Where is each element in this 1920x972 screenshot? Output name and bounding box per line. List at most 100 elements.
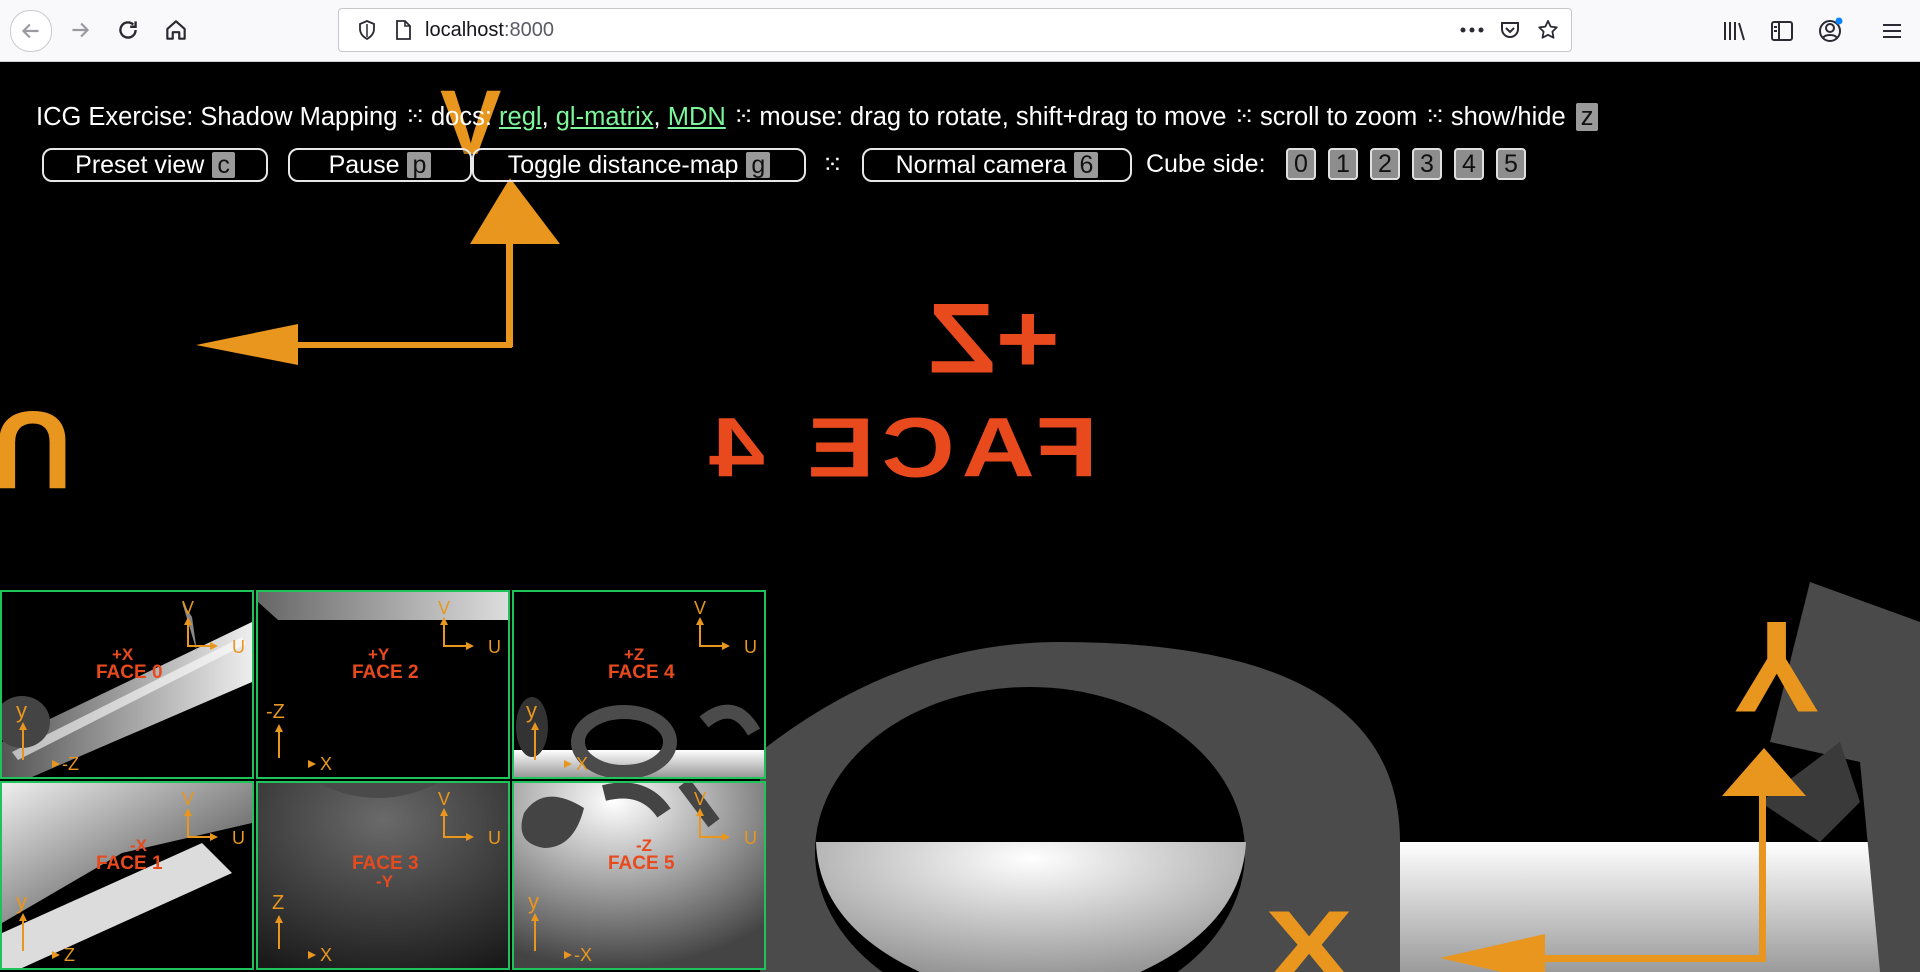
cube-side-4-button[interactable]: 4	[1454, 148, 1484, 180]
face-v-label: V	[438, 789, 450, 809]
showhide-key: z	[1575, 103, 1599, 131]
mouse-help-text: mouse: drag to rotate, shift+drag to mov…	[759, 103, 1227, 131]
face-u-label: U	[488, 828, 501, 848]
separator-dots: ⁙	[404, 103, 426, 131]
face-0-render: +X FACE 0 V U y -Z	[2, 598, 252, 777]
separator-dots: ⁙	[732, 103, 754, 131]
scene-y-label: Y	[1733, 594, 1820, 740]
forward-icon	[72, 22, 90, 38]
face-v-label: V	[694, 598, 706, 618]
comma: ,	[653, 103, 661, 131]
face-v-label: V	[182, 789, 194, 809]
page-icon[interactable]	[391, 18, 415, 42]
more-button[interactable]	[1459, 18, 1485, 42]
cubemap-face-grid: +X FACE 0 V U y -Z +Y FACE 2 V U -Z X +Z…	[0, 590, 768, 972]
pause-button[interactable]: Pause p	[288, 148, 472, 182]
scene-u-label: U	[0, 388, 72, 511]
scene-up-arrowhead	[470, 178, 560, 244]
cube-side-5-button[interactable]: 5	[1496, 148, 1526, 180]
face-name: FACE 2	[352, 662, 419, 683]
face-4-render: +Z FACE 4 V U y X	[514, 598, 764, 777]
face-left-axis: -Z	[266, 701, 285, 723]
face-u-label: U	[744, 637, 757, 657]
face-u-label: U	[488, 637, 501, 657]
face-bottom-axis: X	[320, 945, 332, 965]
face-name: FACE 4	[608, 662, 675, 683]
face-1-render: -X FACE 1 V U y Z	[2, 783, 252, 968]
url-text[interactable]: localhost:8000	[425, 19, 554, 42]
home-button[interactable]	[156, 10, 196, 50]
pause-key: p	[407, 152, 432, 178]
separator-dots: ⁙	[822, 151, 843, 179]
face-bottom-axis: -X	[574, 945, 592, 965]
scene-y-arrowhead	[1722, 748, 1806, 796]
library-icon[interactable]	[1720, 17, 1748, 45]
normal-camera-label: Normal camera	[895, 150, 1067, 179]
face-name: FACE 1	[96, 853, 163, 874]
face-bottom-axis: Z	[64, 945, 75, 965]
face-panel-1[interactable]: -X FACE 1 V U y Z	[0, 781, 254, 970]
home-icon	[166, 20, 186, 40]
page-content: V U +Z FACE 4 Y X ICG Exercise: Shadow M…	[0, 62, 1920, 972]
cube-side-0-button[interactable]: 0	[1286, 148, 1316, 180]
bookmark-button[interactable]	[1535, 18, 1561, 42]
face-left-axis: y	[528, 889, 539, 914]
face-panel-5[interactable]: -Z FACE 5 V U y -X	[512, 781, 766, 970]
pause-label: Pause	[328, 150, 400, 179]
docs-label: docs:	[430, 103, 492, 131]
face-3-render: FACE 3 -Y V U Z X	[258, 783, 508, 968]
link-regl[interactable]: regl	[499, 103, 542, 131]
face-name: FACE 0	[96, 662, 163, 683]
cube-side-2-button[interactable]: 2	[1370, 148, 1400, 180]
face-left-axis: y	[16, 698, 27, 723]
face-v-label: V	[694, 789, 706, 809]
preset-view-button[interactable]: Preset view c	[42, 148, 268, 182]
link-mdn[interactable]: MDN	[668, 103, 726, 131]
bookmark-star-icon	[1538, 20, 1558, 39]
normal-camera-key: 6	[1074, 152, 1099, 178]
normal-camera-button[interactable]: Normal camera 6	[862, 148, 1132, 182]
face-panel-3[interactable]: FACE 3 -Y V U Z X	[256, 781, 510, 970]
scene-left-arrowhead	[196, 324, 298, 365]
toggle-distance-map-label: Toggle distance-map	[507, 150, 739, 179]
face-panel-0[interactable]: +X FACE 0 V U y -Z	[0, 590, 254, 779]
toggle-distance-map-key: g	[746, 152, 771, 178]
face-panel-4[interactable]: +Z FACE 4 V U y X	[512, 590, 766, 779]
forward-button[interactable]	[60, 10, 100, 50]
sidebar-icon[interactable]	[1768, 17, 1796, 45]
face-left-axis: y	[526, 698, 537, 723]
back-icon	[21, 23, 39, 39]
face-bottom-axis: X	[320, 754, 332, 774]
url-host: localhost	[425, 19, 504, 41]
reload-button[interactable]	[108, 10, 148, 50]
scene-axes-top: V U	[0, 72, 560, 511]
toggle-distance-map-button[interactable]: Toggle distance-map g	[472, 148, 806, 182]
separator-dots: ⁙	[1233, 103, 1254, 131]
face-bottom-axis: X	[576, 754, 588, 774]
face-u-label: U	[232, 828, 245, 848]
url-bar[interactable]: localhost:8000	[338, 8, 1572, 52]
scene-y-arrow-shaft	[1759, 792, 1766, 962]
shield-icon[interactable]	[355, 18, 379, 42]
cube-side-1-button[interactable]: 1	[1328, 148, 1358, 180]
link-gl-matrix[interactable]: gl-matrix	[556, 103, 654, 131]
scene-face-sign: +Z	[929, 284, 1060, 395]
face-2-render: +Y FACE 2 V U -Z X	[258, 592, 508, 774]
header-line: ICG Exercise: Shadow Mapping ⁙ docs: reg…	[36, 102, 1599, 132]
comma: ,	[541, 103, 549, 131]
back-button[interactable]	[10, 10, 52, 52]
account-icon[interactable]	[1816, 17, 1844, 45]
pocket-button[interactable]	[1497, 18, 1523, 42]
scene-x-label: X	[1265, 889, 1353, 972]
face-panel-2[interactable]: +Y FACE 2 V U -Z X	[256, 590, 510, 779]
face-sign: -Y	[376, 872, 394, 891]
scene-left-arrow-shaft	[290, 342, 512, 348]
separator-dots: ⁙	[1424, 103, 1445, 131]
preset-view-label: Preset view	[75, 150, 205, 179]
face-v-label: V	[438, 598, 450, 618]
cube-side-3-button[interactable]: 3	[1412, 148, 1442, 180]
menu-icon[interactable]	[1878, 17, 1906, 45]
scene-face-name: FACE 4	[702, 401, 1098, 495]
face-name: FACE 3	[352, 853, 419, 874]
face-5-render: -Z FACE 5 V U y -X	[514, 783, 764, 968]
